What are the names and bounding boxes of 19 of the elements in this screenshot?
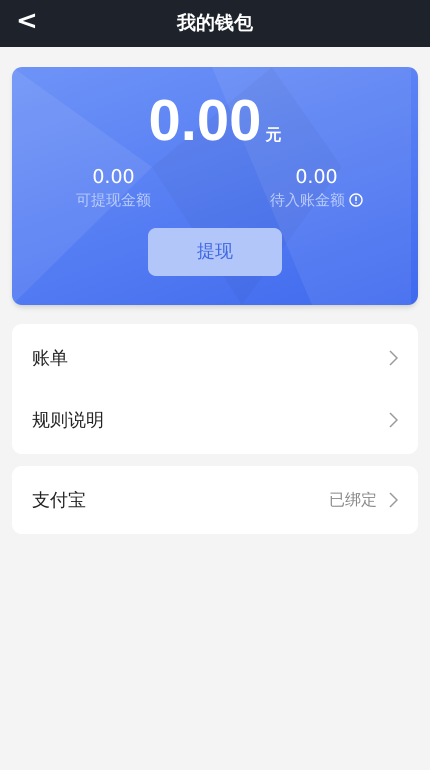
chevron-right-icon xyxy=(389,350,398,366)
stat-label: 待入账金额 xyxy=(270,190,345,211)
back-button[interactable]: < xyxy=(12,6,42,36)
chevron-right-icon xyxy=(389,492,398,508)
page-title: 我的钱包 xyxy=(177,11,253,36)
menu-item-label: 账单 xyxy=(32,346,68,370)
currency-unit: 元 xyxy=(265,124,282,146)
chevron-right-icon xyxy=(389,412,398,428)
stat-value: 0.00 xyxy=(92,165,135,189)
binding-status: 已绑定 xyxy=(329,489,377,511)
info-icon[interactable] xyxy=(349,193,363,208)
menu-item[interactable]: 支付宝 已绑定 xyxy=(12,469,418,531)
balance-amount: 0.00 xyxy=(148,89,262,153)
menu-item-label: 规则说明 xyxy=(32,408,104,432)
menu-item[interactable]: 规则说明 xyxy=(12,389,418,451)
stat-value: 0.00 xyxy=(295,165,338,189)
menu-item[interactable]: 账单 xyxy=(12,327,418,389)
menu-item-label: 支付宝 xyxy=(32,488,86,512)
stat-label: 可提现金额 xyxy=(76,190,151,211)
